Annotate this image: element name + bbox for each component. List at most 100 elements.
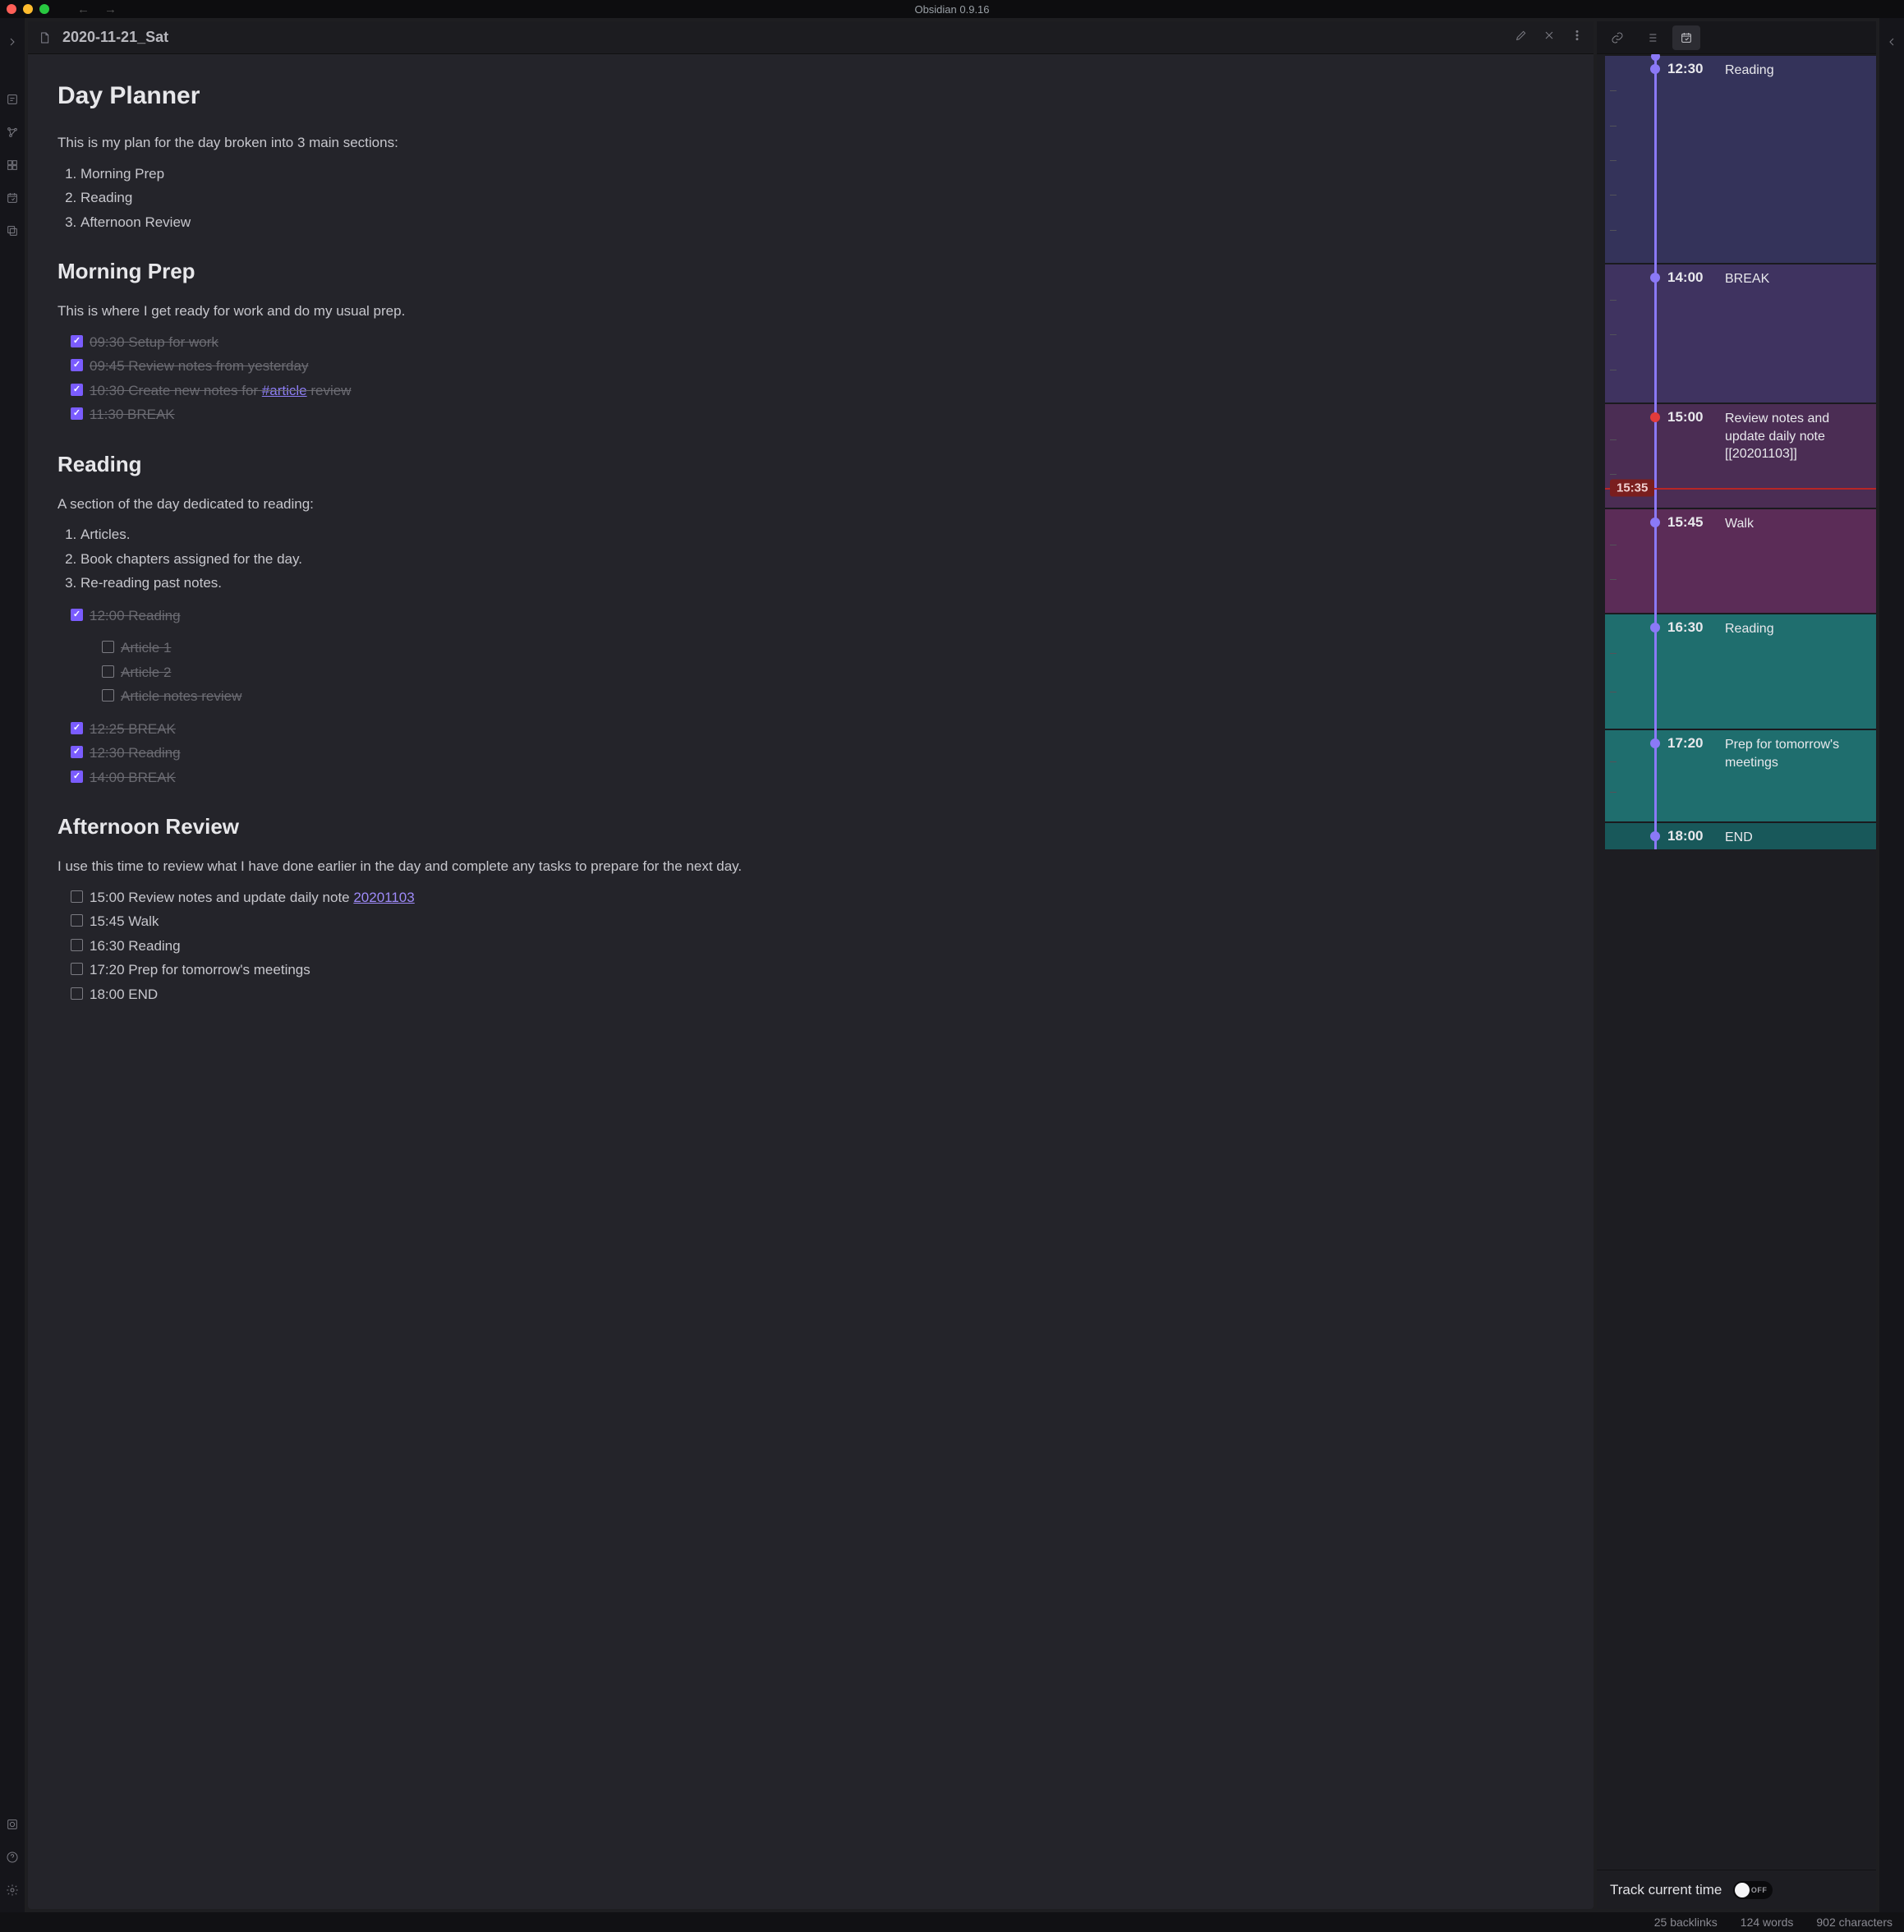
task-text: 12:25 BREAK xyxy=(90,719,176,740)
checkbox[interactable] xyxy=(71,987,83,1000)
nav-forward-button[interactable]: → xyxy=(104,2,117,16)
timeline-label: Review notes and update daily note [[202… xyxy=(1725,410,1868,463)
timeline-dot xyxy=(1650,738,1660,748)
task-text: 15:00 Review notes and update daily note… xyxy=(90,887,415,908)
checkbox[interactable] xyxy=(71,335,83,347)
timeline-dot xyxy=(1650,623,1660,632)
nav-back-button[interactable]: ← xyxy=(77,2,90,16)
checkbox[interactable] xyxy=(71,770,83,783)
quick-switcher-icon[interactable] xyxy=(5,92,20,107)
timeline-block[interactable]: 15:45 Walk xyxy=(1605,508,1876,613)
timeline-time: 14:00 xyxy=(1667,269,1703,286)
timeline-block[interactable]: 16:30Reading xyxy=(1605,613,1876,729)
checkbox[interactable] xyxy=(71,359,83,371)
track-time-toggle[interactable]: OFF xyxy=(1733,1881,1773,1899)
list-item: Afternoon Review xyxy=(80,210,1564,235)
checkbox[interactable] xyxy=(102,665,114,678)
checkbox[interactable] xyxy=(71,609,83,621)
checkbox[interactable] xyxy=(71,746,83,758)
task-item: Article notes review xyxy=(102,684,1564,709)
checkbox[interactable] xyxy=(71,384,83,396)
morning-tasks: 09:30 Setup for work 09:45 Review notes … xyxy=(71,330,1564,427)
checkbox[interactable] xyxy=(71,939,83,951)
task-item: Article 1 xyxy=(102,636,1564,660)
timeline-time: 17:20 xyxy=(1667,735,1703,752)
status-backlinks[interactable]: 25 backlinks xyxy=(1654,1916,1718,1929)
file-icon xyxy=(38,30,53,45)
expand-sidebar-icon[interactable] xyxy=(5,34,20,49)
app-title: Obsidian 0.9.16 xyxy=(0,3,1904,16)
status-bar: 25 backlinks 124 words 902 characters xyxy=(0,1912,1904,1932)
collapse-right-sidebar-icon[interactable] xyxy=(1884,34,1899,49)
page-title: Day Planner xyxy=(57,77,1564,114)
section-heading-afternoon: Afternoon Review xyxy=(57,811,1564,843)
checkbox[interactable] xyxy=(71,963,83,975)
calendar-timeline-tab[interactable] xyxy=(1672,25,1700,50)
timeline-block[interactable]: 14:00BREAK xyxy=(1605,263,1876,402)
timeline-pane: 12:30Reading14:00BREAK15:00Review notes … xyxy=(1597,21,1876,1909)
timeline-dot xyxy=(1650,64,1660,74)
timeline-scroll[interactable]: 12:30Reading14:00BREAK15:00Review notes … xyxy=(1597,54,1876,1870)
track-time-row: Track current time OFF xyxy=(1597,1870,1876,1909)
task-item: 15:45 Walk xyxy=(71,909,1564,934)
app-body: 2020-11-21_Sat Day Planner This is my pl… xyxy=(0,18,1904,1912)
note-link[interactable]: 20201103 xyxy=(353,890,414,905)
maximize-window-button[interactable] xyxy=(39,4,49,14)
editor-pane: 2020-11-21_Sat Day Planner This is my pl… xyxy=(28,21,1594,1909)
help-icon[interactable] xyxy=(5,1850,20,1865)
vault-icon[interactable] xyxy=(5,1817,20,1832)
editor-header: 2020-11-21_Sat xyxy=(28,21,1594,54)
timeline-dot xyxy=(1650,412,1660,422)
edit-mode-icon[interactable] xyxy=(1515,29,1528,46)
file-title: 2020-11-21_Sat xyxy=(62,29,168,46)
reading-list: Articles. Book chapters assigned for the… xyxy=(80,522,1564,596)
more-options-icon[interactable] xyxy=(1571,29,1584,46)
timeline-time: 15:45 xyxy=(1667,514,1703,531)
templates-icon[interactable] xyxy=(5,158,20,172)
timeline-block[interactable]: 18:00END xyxy=(1605,821,1876,849)
outline-tab[interactable] xyxy=(1638,25,1666,50)
morning-intro: This is where I get ready for work and d… xyxy=(57,301,1564,322)
list-item: Morning Prep xyxy=(80,162,1564,186)
backlinks-tab[interactable] xyxy=(1603,25,1631,50)
task-text: 18:00 END xyxy=(90,984,158,1005)
toggle-state: OFF xyxy=(1751,1886,1768,1894)
close-pane-icon[interactable] xyxy=(1543,29,1556,46)
tag-link[interactable]: #article xyxy=(262,383,307,398)
task-item: 10:30 Create new notes for #article revi… xyxy=(71,379,1564,403)
task-text: Article 2 xyxy=(121,662,171,683)
checkbox[interactable] xyxy=(102,689,114,702)
timeline-label: Walk xyxy=(1725,515,1868,533)
timeline-label: Prep for tomorrow's meetings xyxy=(1725,736,1868,771)
task-text: 09:30 Setup for work xyxy=(90,332,218,353)
timeline-dot xyxy=(1650,831,1660,841)
section-heading-morning: Morning Prep xyxy=(57,255,1564,288)
timeline-label: END xyxy=(1725,829,1868,847)
settings-icon[interactable] xyxy=(5,1883,20,1898)
afternoon-intro: I use this time to review what I have do… xyxy=(57,856,1564,877)
daily-note-icon[interactable] xyxy=(5,191,20,205)
editor-content[interactable]: Day Planner This is my plan for the day … xyxy=(28,54,1594,1909)
checkbox[interactable] xyxy=(102,641,114,653)
task-text: 14:00 BREAK xyxy=(90,767,176,789)
status-words: 124 words xyxy=(1741,1916,1794,1929)
checkbox[interactable] xyxy=(71,722,83,734)
toggle-knob xyxy=(1735,1883,1750,1898)
workspace: 2020-11-21_Sat Day Planner This is my pl… xyxy=(25,18,1879,1912)
reading-subtasks: Article 1 Article 2 Article notes review xyxy=(102,636,1564,709)
timeline-block[interactable]: 12:30Reading xyxy=(1605,54,1876,263)
task-text: 12:30 Reading xyxy=(90,743,181,764)
checkbox[interactable] xyxy=(71,890,83,903)
list-item: Re-reading past notes. xyxy=(80,571,1564,596)
timeline: 12:30Reading14:00BREAK15:00Review notes … xyxy=(1605,54,1876,849)
close-window-button[interactable] xyxy=(7,4,16,14)
minimize-window-button[interactable] xyxy=(23,4,33,14)
task-text: Article 1 xyxy=(121,637,171,659)
timeline-block[interactable]: 17:20 Prep for tomorrow's meetings xyxy=(1605,729,1876,821)
checkbox[interactable] xyxy=(71,914,83,927)
graph-view-icon[interactable] xyxy=(5,125,20,140)
checkbox[interactable] xyxy=(71,407,83,420)
task-item: 14:00 BREAK xyxy=(71,766,1564,790)
copy-icon[interactable] xyxy=(5,223,20,238)
timeline-track xyxy=(1654,54,1657,849)
